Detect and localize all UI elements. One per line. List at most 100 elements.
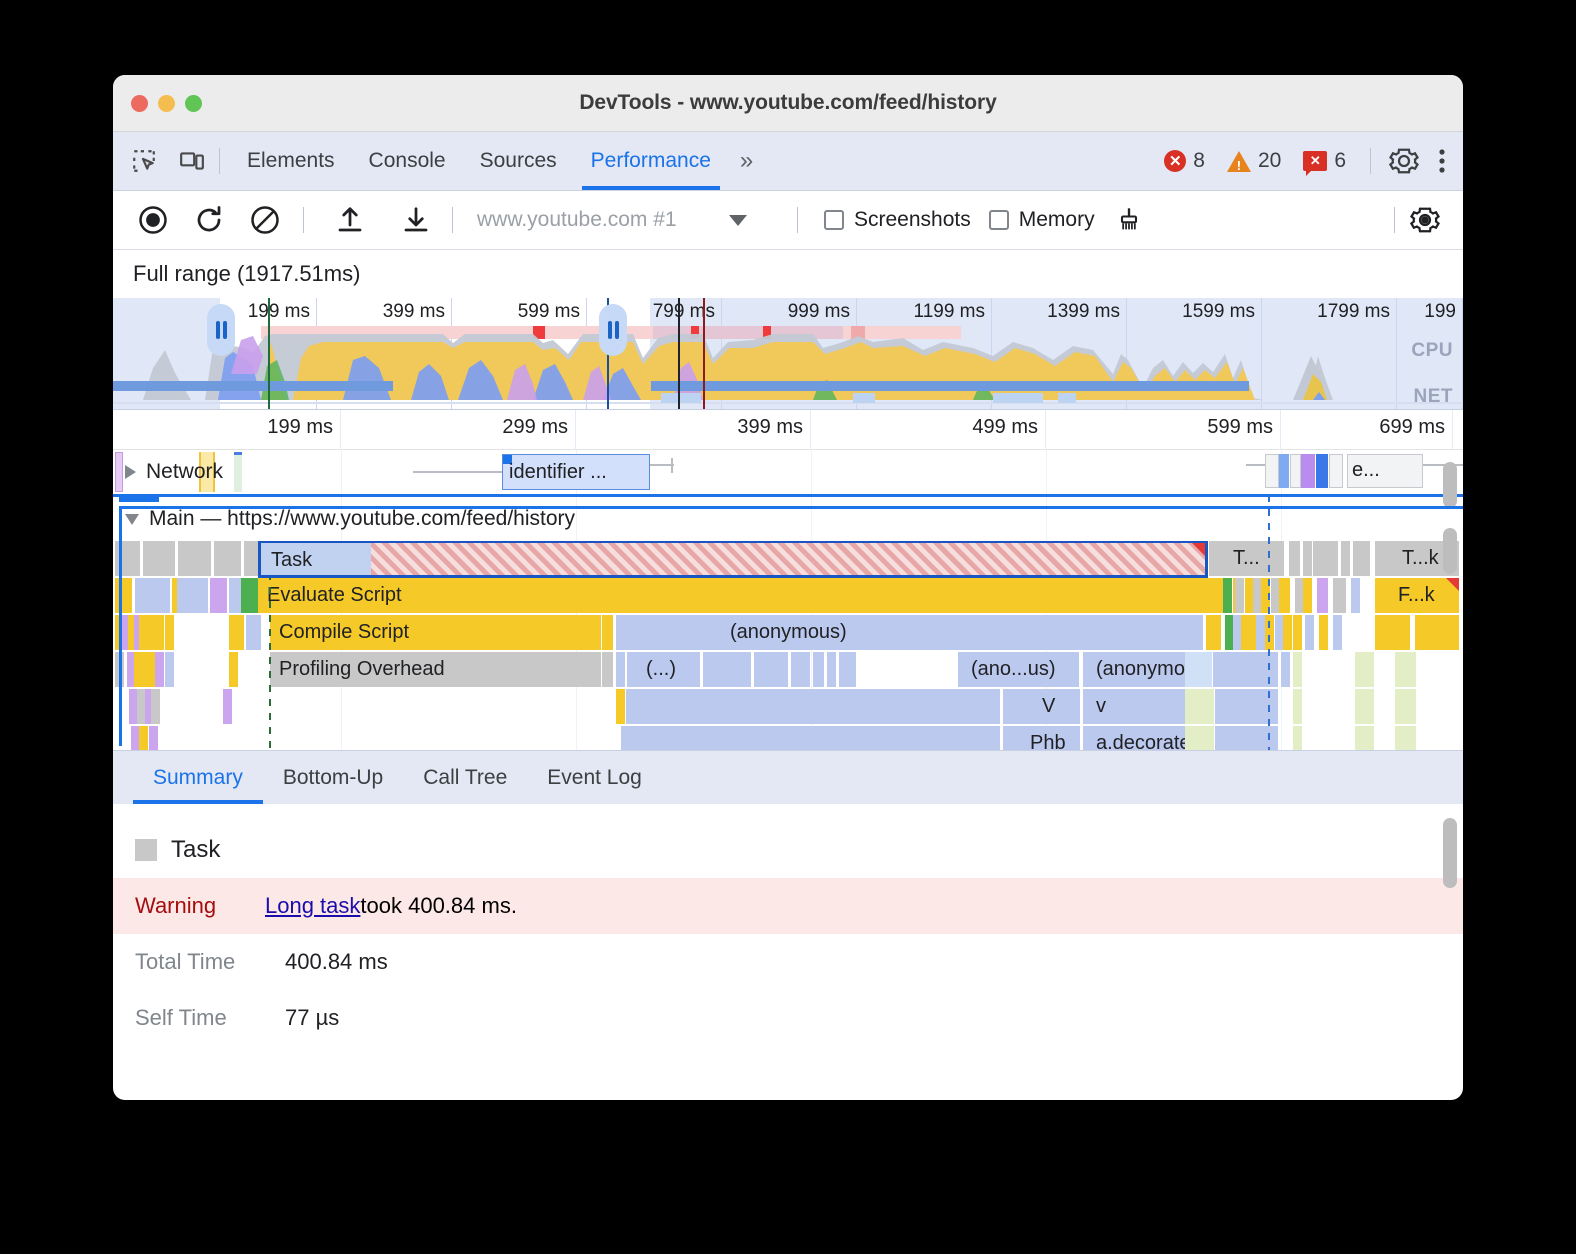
flame-block[interactable] [1279,578,1291,613]
record-icon[interactable] [133,200,173,240]
main-track-header[interactable]: Main — https://www.youtube.com/feed/hist… [113,497,1463,541]
message-counter[interactable]: ✕ 6 [1295,149,1354,173]
flame-block[interactable] [1281,652,1291,687]
flame-block[interactable] [1185,689,1215,724]
inspect-element-icon[interactable] [127,144,161,178]
clear-icon[interactable] [245,200,285,240]
flame-block[interactable] [1319,615,1329,650]
flame-block[interactable] [1206,615,1222,650]
flame-block[interactable] [616,689,626,724]
flame-block[interactable] [1353,541,1371,576]
tab-summary[interactable]: Summary [133,751,263,804]
flame-block[interactable] [616,652,626,687]
flame-block[interactable] [1355,726,1375,750]
flame-block[interactable] [813,652,825,687]
reload-and-record-icon[interactable] [189,200,229,240]
minimize-window-button[interactable] [158,95,175,112]
flame-block-ano-us[interactable]: (ano...us) [958,652,1080,687]
flame-block[interactable] [165,615,175,650]
flame-chart-tracks[interactable]: Network identifier ... e... [113,450,1463,750]
flame-block[interactable] [1293,689,1303,724]
flame-block[interactable] [1223,578,1233,613]
flame-block[interactable]: T... [1209,541,1285,576]
long-task-link[interactable]: Long task [265,893,360,919]
capture-settings-gear-icon[interactable] [1405,200,1445,240]
flame-block[interactable] [235,615,245,650]
flame-block[interactable] [1293,652,1303,687]
flame-block[interactable] [135,578,171,613]
overview-right-handle[interactable] [599,304,627,356]
flame-block-v-upper[interactable]: V [1003,689,1081,724]
flame-block[interactable] [149,726,159,750]
flame-block[interactable] [602,652,614,687]
flame-block[interactable] [703,652,752,687]
flame-block[interactable] [827,652,837,687]
flame-block[interactable] [791,652,811,687]
flame-row[interactable]: V v [113,689,1463,725]
flame-block[interactable] [1293,726,1303,750]
flame-row[interactable]: Profiling Overhead (...) (ano...us) [113,652,1463,688]
flame-block-anonymous[interactable]: (anonymous) [616,615,1204,650]
error-counter[interactable]: ✕ 8 [1156,149,1213,173]
flame-block[interactable] [1289,541,1301,576]
flame-block[interactable] [223,689,233,724]
more-tabs-icon[interactable]: » [728,147,762,175]
flame-block-v-lower[interactable]: v [1083,689,1279,724]
flame-block[interactable] [178,541,212,576]
download-profile-icon[interactable] [396,200,436,240]
flame-block[interactable] [115,541,141,576]
gear-icon[interactable] [1387,144,1421,178]
flame-block-ellipsis[interactable]: (...) [627,652,701,687]
flame-block[interactable] [1185,726,1215,750]
tab-elements[interactable]: Elements [230,132,352,190]
warning-counter[interactable]: ! 20 [1219,149,1289,173]
flame-block[interactable] [151,689,161,724]
flame-block[interactable] [1341,541,1351,576]
flame-block[interactable] [1293,615,1303,650]
flame-block[interactable] [1395,726,1417,750]
tab-sources[interactable]: Sources [463,132,574,190]
flame-block[interactable] [1303,578,1313,613]
flame-block-adecorate[interactable]: a.decorate [1083,726,1279,750]
flame-block[interactable] [143,541,176,576]
flame-block[interactable] [155,615,165,650]
overview-left-handle[interactable] [207,304,235,356]
flame-block-fk[interactable]: F...k [1375,578,1460,613]
flame-block[interactable] [1317,578,1329,613]
flame-block[interactable] [155,652,165,687]
flame-block[interactable] [115,652,125,687]
network-track[interactable]: Network identifier ... e... [113,450,1463,494]
close-window-button[interactable] [131,95,148,112]
flame-block[interactable] [621,689,1001,724]
flame-chart-body[interactable]: T... T...k Task [113,541,1463,750]
tab-performance[interactable]: Performance [574,132,728,190]
collect-garbage-icon[interactable] [1109,200,1149,240]
flame-block-evaluate-script[interactable]: Evaluate Script [258,578,1270,613]
flame-block[interactable] [165,652,175,687]
tab-call-tree[interactable]: Call Tree [403,751,527,804]
profile-select[interactable]: www.youtube.com #1 [477,208,777,232]
flame-block[interactable] [1305,615,1315,650]
flame-block[interactable] [621,726,1001,750]
flame-block-phb[interactable]: Phb [1003,726,1081,750]
flame-row[interactable]: Phb a.decorate [113,726,1463,750]
memory-checkbox[interactable]: Memory [989,208,1095,232]
flame-block[interactable] [754,652,789,687]
tab-event-log[interactable]: Event Log [527,751,662,804]
flame-block[interactable] [1235,578,1245,613]
kebab-menu-icon[interactable] [1427,144,1457,178]
flame-block[interactable] [252,615,262,650]
flame-block[interactable] [210,578,228,613]
screenshots-checkbox[interactable]: Screenshots [824,208,971,232]
flame-block[interactable] [1283,615,1293,650]
flame-block[interactable] [272,541,287,576]
flame-block[interactable] [1333,578,1347,613]
flame-block[interactable] [847,652,857,687]
flame-row[interactable]: Evaluate Script F...k [113,578,1463,614]
flame-block[interactable] [115,578,133,613]
flame-block[interactable] [1355,689,1375,724]
flame-block[interactable] [1415,615,1460,650]
flame-block[interactable] [250,541,270,576]
flame-block-profiling-overhead[interactable]: Profiling Overhead [270,652,602,687]
flame-block[interactable] [602,615,614,650]
